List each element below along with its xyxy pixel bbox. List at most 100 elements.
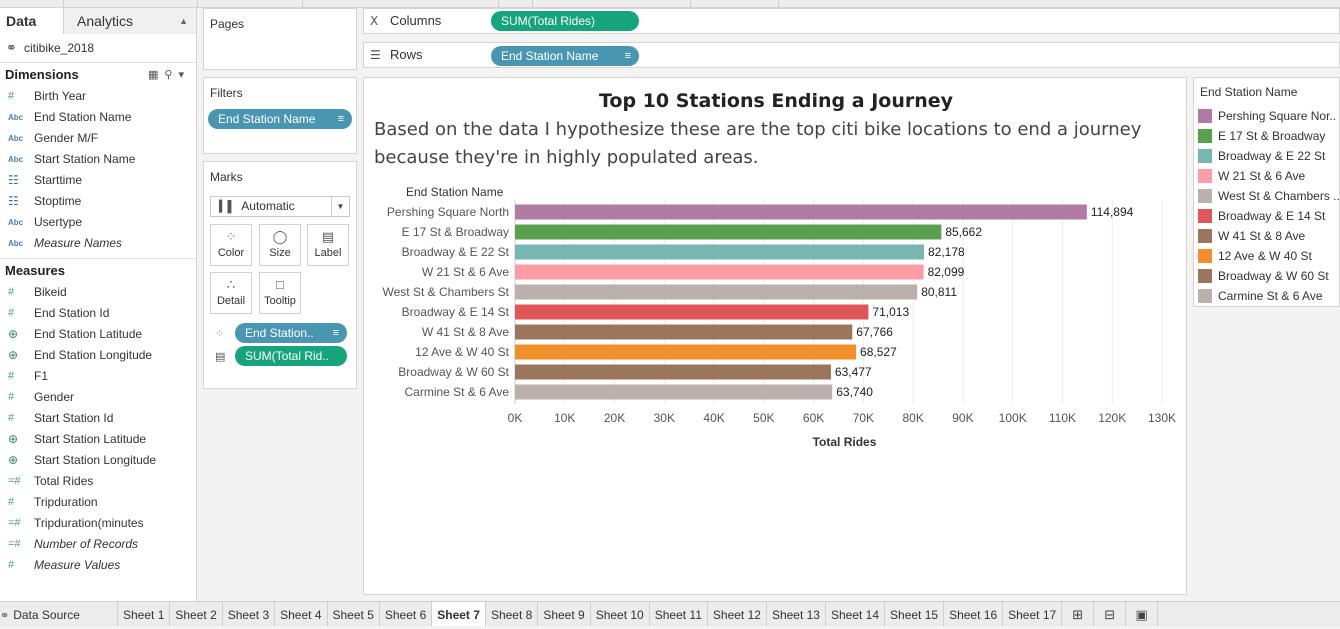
legend-item[interactable]: W 41 St & 8 Ave [1194, 226, 1339, 246]
pages-shelf[interactable]: Pages [203, 8, 357, 70]
marks-pill-color[interactable]: End Station.. ≡ [235, 323, 347, 343]
marks-pill-label[interactable]: SUM(Total Rid.. [235, 346, 347, 366]
dimension-field[interactable]: Abc Measure Names [0, 233, 196, 254]
bar[interactable] [515, 264, 924, 280]
category-label: Pershing Square North [387, 205, 509, 219]
legend-item[interactable]: West St & Chambers .. [1194, 186, 1339, 206]
dimension-field[interactable]: Abc Gender M/F [0, 128, 196, 149]
dimension-field[interactable]: Abc Usertype [0, 212, 196, 233]
category-label: Broadway & E 22 St [402, 245, 510, 259]
legend-item[interactable]: W 21 St & 6 Ave [1194, 166, 1339, 186]
size-button[interactable]: ◯ Size [259, 224, 301, 266]
sheet-tab[interactable]: Sheet 8 [486, 602, 539, 626]
bar[interactable] [515, 224, 942, 240]
dimension-field[interactable]: ☷ Starttime [0, 170, 196, 191]
label-button[interactable]: ▤ Label [307, 224, 349, 266]
new-story-icon[interactable]: ▣ [1126, 602, 1159, 626]
bar[interactable] [515, 304, 869, 320]
new-dashboard-icon[interactable]: ⊟ [1094, 602, 1127, 626]
sheet-tab[interactable]: Sheet 6 [380, 602, 433, 626]
dimension-field[interactable]: # Birth Year [0, 86, 196, 107]
color-legend[interactable]: End Station Name Pershing Square Nor.. E … [1193, 77, 1340, 307]
rows-shelf[interactable]: ☰ Rows End Station Name ≡ [363, 42, 1340, 68]
bar[interactable] [515, 364, 831, 380]
measure-field[interactable]: # Gender [0, 387, 196, 408]
bar[interactable] [515, 284, 918, 300]
measure-field[interactable]: # End Station Id [0, 303, 196, 324]
measure-field[interactable]: # F1 [0, 366, 196, 387]
sheet-tab[interactable]: Sheet 15 [885, 602, 945, 626]
rows-pill[interactable]: End Station Name ≡ [491, 46, 639, 66]
sheet-tab[interactable]: Sheet 5 [328, 602, 380, 626]
bar[interactable] [515, 204, 1087, 220]
globe-icon: ⊕ [8, 348, 19, 362]
legend-item[interactable]: Carmine St & 6 Ave [1194, 286, 1339, 306]
marks-pill-label-text: SUM(Total Rid.. [245, 349, 330, 363]
measure-field[interactable]: ⊕ End Station Latitude [0, 324, 196, 345]
columns-shelf[interactable]: Ⅹ Columns SUM(Total Rides) [363, 8, 1340, 34]
chevron-down-icon[interactable]: ▾ [178, 69, 190, 81]
columns-pill-label: SUM(Total Rides) [501, 14, 596, 28]
measure-field[interactable]: # Bikeid [0, 282, 196, 303]
dimension-field[interactable]: Abc End Station Name [0, 107, 196, 128]
viz-title: Top 10 Stations Ending a Journey [598, 90, 954, 112]
sheet-tab[interactable]: Sheet 16 [944, 602, 1004, 626]
measure-field[interactable]: ⊕ End Station Longitude [0, 345, 196, 366]
mark-type-select[interactable]: ▍▌ Automatic ▼ [210, 196, 350, 217]
sheet-tab[interactable]: Sheet 9 [538, 602, 591, 626]
dimension-field-label: Starttime [34, 173, 83, 187]
measure-field[interactable]: # Tripduration [0, 492, 196, 513]
legend-item[interactable]: Broadway & E 14 St [1194, 206, 1339, 226]
datasource-item[interactable]: ⚭ citibike_2018 [0, 34, 196, 62]
columns-pill[interactable]: SUM(Total Rides) [491, 11, 639, 31]
datasource-icon: ⚭ [0, 610, 10, 622]
search-icon[interactable]: ⚲ [164, 69, 178, 81]
view-list-icon[interactable]: ▦ [148, 69, 164, 81]
sheet-tab[interactable]: Sheet 10 [591, 602, 650, 626]
tab-menu-caret-icon[interactable]: ▲ [179, 8, 188, 34]
sheet-tab[interactable]: Sheet 7 [432, 602, 486, 626]
legend-item[interactable]: Broadway & E 22 St [1194, 146, 1339, 166]
sheet-tab[interactable]: Sheet 1 [118, 602, 171, 626]
measure-field[interactable]: =# Total Rides [0, 471, 196, 492]
new-worksheet-icon[interactable]: ⊞ [1062, 602, 1095, 626]
tab-analytics[interactable]: Analytics ▲ [64, 8, 196, 34]
legend-item[interactable]: Pershing Square Nor.. [1194, 106, 1339, 126]
measure-field[interactable]: =# Tripduration(minutes [0, 513, 196, 534]
dimension-field[interactable]: ☷ Stoptime [0, 191, 196, 212]
sheet-tab[interactable]: Sheet 3 [223, 602, 276, 626]
measure-field[interactable]: ⊕ Start Station Longitude [0, 450, 196, 471]
viz-canvas[interactable]: Top 10 Stations Ending a Journey Based o… [363, 77, 1187, 595]
color-button[interactable]: ⁘ Color [210, 224, 252, 266]
sheet-tab[interactable]: Sheet 13 [767, 602, 826, 626]
category-label: E 17 St & Broadway [402, 225, 509, 239]
measure-field[interactable]: =# Number of Records [0, 534, 196, 555]
tooltip-button[interactable]: □ Tooltip [259, 272, 301, 314]
x-tick-label: 100K [999, 411, 1027, 425]
dimension-field[interactable]: Abc Start Station Name [0, 149, 196, 170]
legend-item[interactable]: E 17 St & Broadway [1194, 126, 1339, 146]
measure-field[interactable]: ⊕ Start Station Latitude [0, 429, 196, 450]
filter-pill-end-station-name[interactable]: End Station Name ≡ [208, 109, 352, 129]
measures-title: Measures [5, 263, 65, 278]
sheet-tab[interactable]: Sheet 14 [826, 602, 886, 626]
tab-data[interactable]: Data [0, 8, 64, 34]
filters-shelf[interactable]: Filters End Station Name ≡ [203, 77, 357, 154]
bar[interactable] [515, 384, 833, 400]
sheet-tab[interactable]: Sheet 12 [708, 602, 767, 626]
bar-chart[interactable]: End Station Name 0K 10K 20K 30K 40K 50K 60K 70K 8… [364, 178, 1188, 458]
bar[interactable] [515, 344, 857, 360]
sheet-tab[interactable]: Sheet 4 [275, 602, 328, 626]
bar[interactable] [515, 324, 853, 340]
bar[interactable] [515, 244, 924, 260]
detail-button[interactable]: ∴ Detail [210, 272, 252, 314]
sheet-tab[interactable]: Sheet 17 [1003, 602, 1063, 626]
legend-item[interactable]: Broadway & W 60 St [1194, 266, 1339, 286]
legend-item[interactable]: 12 Ave & W 40 St [1194, 246, 1339, 266]
sheet-tab[interactable]: Sheet 2 [170, 602, 223, 626]
measure-field[interactable]: # Start Station Id [0, 408, 196, 429]
sheet-tab[interactable]: Sheet 11 [650, 602, 708, 626]
measure-field[interactable]: # Measure Values [0, 555, 196, 576]
data-source-tab[interactable]: ⚭ Data Source [0, 602, 118, 626]
x-tick-label: 120K [1098, 411, 1126, 425]
